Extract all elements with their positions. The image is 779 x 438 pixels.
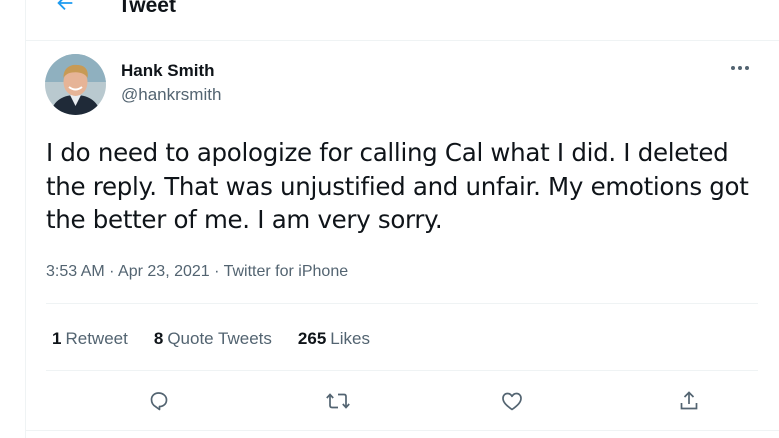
tweet-page: Tweet Hank Smith @hankrsmith I do need t… [25,0,779,438]
arrow-left-icon [57,0,73,11]
tweet-time[interactable]: 3:53 AM [46,263,105,280]
divider [46,303,758,304]
back-button[interactable] [48,0,82,20]
quotes-count: 8 [153,329,164,348]
divider [26,430,779,431]
quote-tweets-stat[interactable]: 8 Quote Tweets [154,328,272,350]
retweets-stat[interactable]: 1 Retweet [52,328,128,350]
avatar[interactable] [45,54,106,115]
more-button[interactable] [723,58,757,78]
tweet-text: I do need to apologize for calling Cal w… [46,138,749,234]
likes-label: Likes [330,329,370,348]
quotes-label: Quote Tweets [167,329,272,348]
like-button[interactable] [493,382,531,420]
reply-button[interactable] [140,382,178,420]
tweet-date[interactable]: Apr 23, 2021 [118,263,210,280]
avatar-image [45,54,106,115]
tweet-meta: 3:53 AM · Apr 23, 2021 · Twitter for iPh… [46,262,348,282]
retweet-icon [326,393,350,409]
author-handle[interactable]: @hankrsmith [121,85,221,105]
retweets-count: 1 [52,329,62,348]
tweet-stats: 1 Retweet 8 Quote Tweets 265 Likes [52,328,370,350]
tweet-detail: Hank Smith @hankrsmith I do need to apol… [26,40,779,438]
likes-stat[interactable]: 265 Likes [298,328,370,350]
page-title: Tweet [118,0,176,17]
reply-icon [150,392,168,411]
meta-separator: · [109,263,115,280]
tweet-source[interactable]: Twitter for iPhone [224,263,349,280]
share-icon [680,391,698,410]
page-header: Tweet [26,0,779,41]
share-button[interactable] [670,382,708,420]
retweet-button[interactable] [319,382,357,420]
meta-separator: · [214,263,220,280]
like-icon [502,392,522,411]
author-name[interactable]: Hank Smith [121,61,215,81]
divider [46,370,758,371]
more-dots-icon [731,66,749,70]
tweet-actions [46,382,758,420]
retweets-label: Retweet [65,329,128,348]
likes-count: 265 [297,329,327,348]
